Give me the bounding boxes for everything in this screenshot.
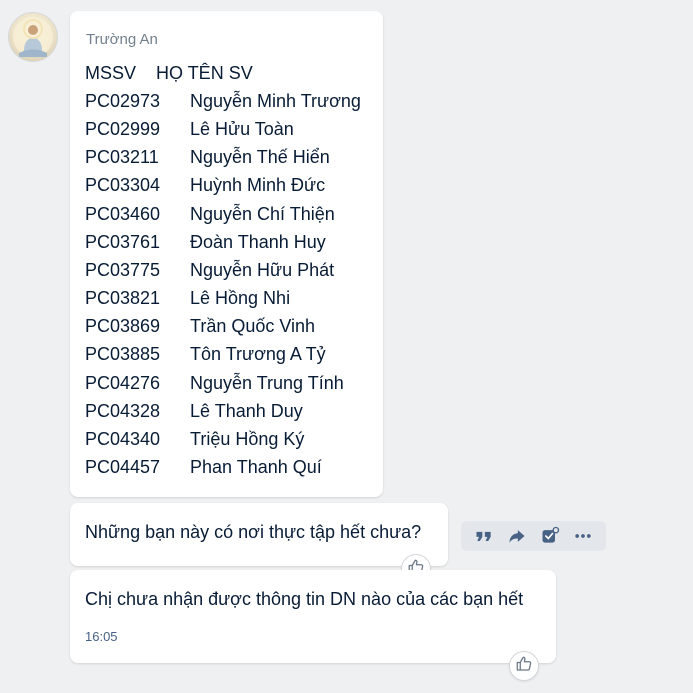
quote-icon[interactable] — [472, 524, 496, 548]
list-item: PC03211 Nguyễn Thế Hiển — [85, 147, 330, 168]
message-actions — [461, 521, 606, 551]
list-item: PC03821 Lê Hồng Nhi — [85, 288, 290, 309]
list-item: PC04328 Lê Thanh Duy — [85, 401, 303, 422]
student-name: Lê Thanh Duy — [190, 400, 303, 421]
list-item: PC04276 Nguyễn Trung Tính — [85, 373, 344, 394]
message-bubble-reply[interactable]: Chị chưa nhận được thông tin DN nào của … — [70, 570, 556, 663]
student-id: PC03885 — [85, 344, 161, 365]
student-id: PC04340 — [85, 428, 161, 449]
student-id: PC02973 — [85, 91, 161, 111]
student-id: PC04457 — [85, 456, 161, 477]
message-text: Chị chưa nhận được thông tin DN nào của … — [85, 589, 524, 609]
student-name: Đoàn Thanh Huy — [190, 231, 326, 252]
list-item: PC04340 Triệu Hồng Ký — [85, 429, 304, 450]
student-name: Nguyễn Trung Tính — [190, 372, 344, 393]
forward-icon[interactable] — [505, 524, 529, 548]
header-name: HỌ TÊN SV — [156, 63, 253, 83]
message-bubble-question[interactable]: Những bạn này có nơi thực tập hết chưa? — [70, 503, 448, 566]
list-header: MSSV HỌ TÊN SV — [85, 63, 253, 84]
thumbs-up-icon — [515, 655, 533, 678]
list-item: PC02973 Nguyễn Minh Trương — [85, 91, 361, 112]
message-time: 16:05 — [85, 629, 118, 644]
student-id: PC03460 — [85, 203, 161, 224]
student-name: Nguyễn Hữu Phát — [190, 259, 335, 280]
message-text: Những bạn này có nơi thực tập hết chưa? — [85, 522, 422, 542]
list-item: PC03460 Nguyễn Chí Thiện — [85, 204, 335, 225]
student-name: Tôn Trương A Tỷ — [190, 344, 326, 365]
message-bubble-list[interactable]: Trường An MSSV HỌ TÊN SV PC02973 Nguyễn Mi… — [70, 11, 383, 497]
student-name: Nguyễn Minh Trương — [190, 91, 361, 111]
student-name: Phan Thanh Quí — [190, 456, 322, 477]
list-item: PC02999 Lê Hửu Toàn — [85, 119, 294, 140]
student-id: PC04328 — [85, 400, 161, 421]
student-name: Trần Quốc Vinh — [190, 316, 316, 337]
student-name: Huỳnh Minh Đức — [190, 175, 326, 196]
student-id: PC02999 — [85, 119, 161, 140]
student-id: PC04276 — [85, 372, 161, 393]
student-name: Nguyễn Thế Hiển — [190, 147, 330, 168]
list-item: PC03775 Nguyễn Hữu Phát — [85, 260, 334, 281]
student-id: PC03211 — [85, 147, 159, 168]
task-icon[interactable] — [538, 524, 562, 548]
reaction-button[interactable] — [509, 651, 539, 681]
student-name: Lê Hồng Nhi — [190, 288, 291, 309]
list-item: PC03869 Trần Quốc Vinh — [85, 316, 315, 337]
more-icon[interactable] — [571, 524, 595, 548]
chat-panel: Trường An MSSV HỌ TÊN SV PC02973 Nguyễn Mi… — [0, 0, 693, 693]
header-mssv: MSSV — [85, 63, 137, 83]
avatar[interactable] — [8, 12, 58, 62]
list-item: PC03304 Huỳnh Minh Đức — [85, 175, 325, 196]
student-id: PC03761 — [85, 231, 161, 252]
student-id: PC03821 — [85, 288, 161, 309]
student-name: Triệu Hồng Ký — [190, 428, 305, 449]
list-item: PC03885 Tôn Trương A Tỷ — [85, 344, 326, 365]
sender-name: Trường An — [86, 31, 158, 48]
student-name: Lê Hửu Toàn — [190, 119, 294, 140]
list-item: PC03761 Đoàn Thanh Huy — [85, 232, 326, 253]
student-id: PC03304 — [85, 175, 161, 196]
student-id: PC03869 — [85, 316, 161, 337]
list-item: PC04457 Phan Thanh Quí — [85, 457, 322, 478]
student-id: PC03775 — [85, 259, 161, 280]
student-name: Nguyễn Chí Thiện — [190, 203, 335, 224]
